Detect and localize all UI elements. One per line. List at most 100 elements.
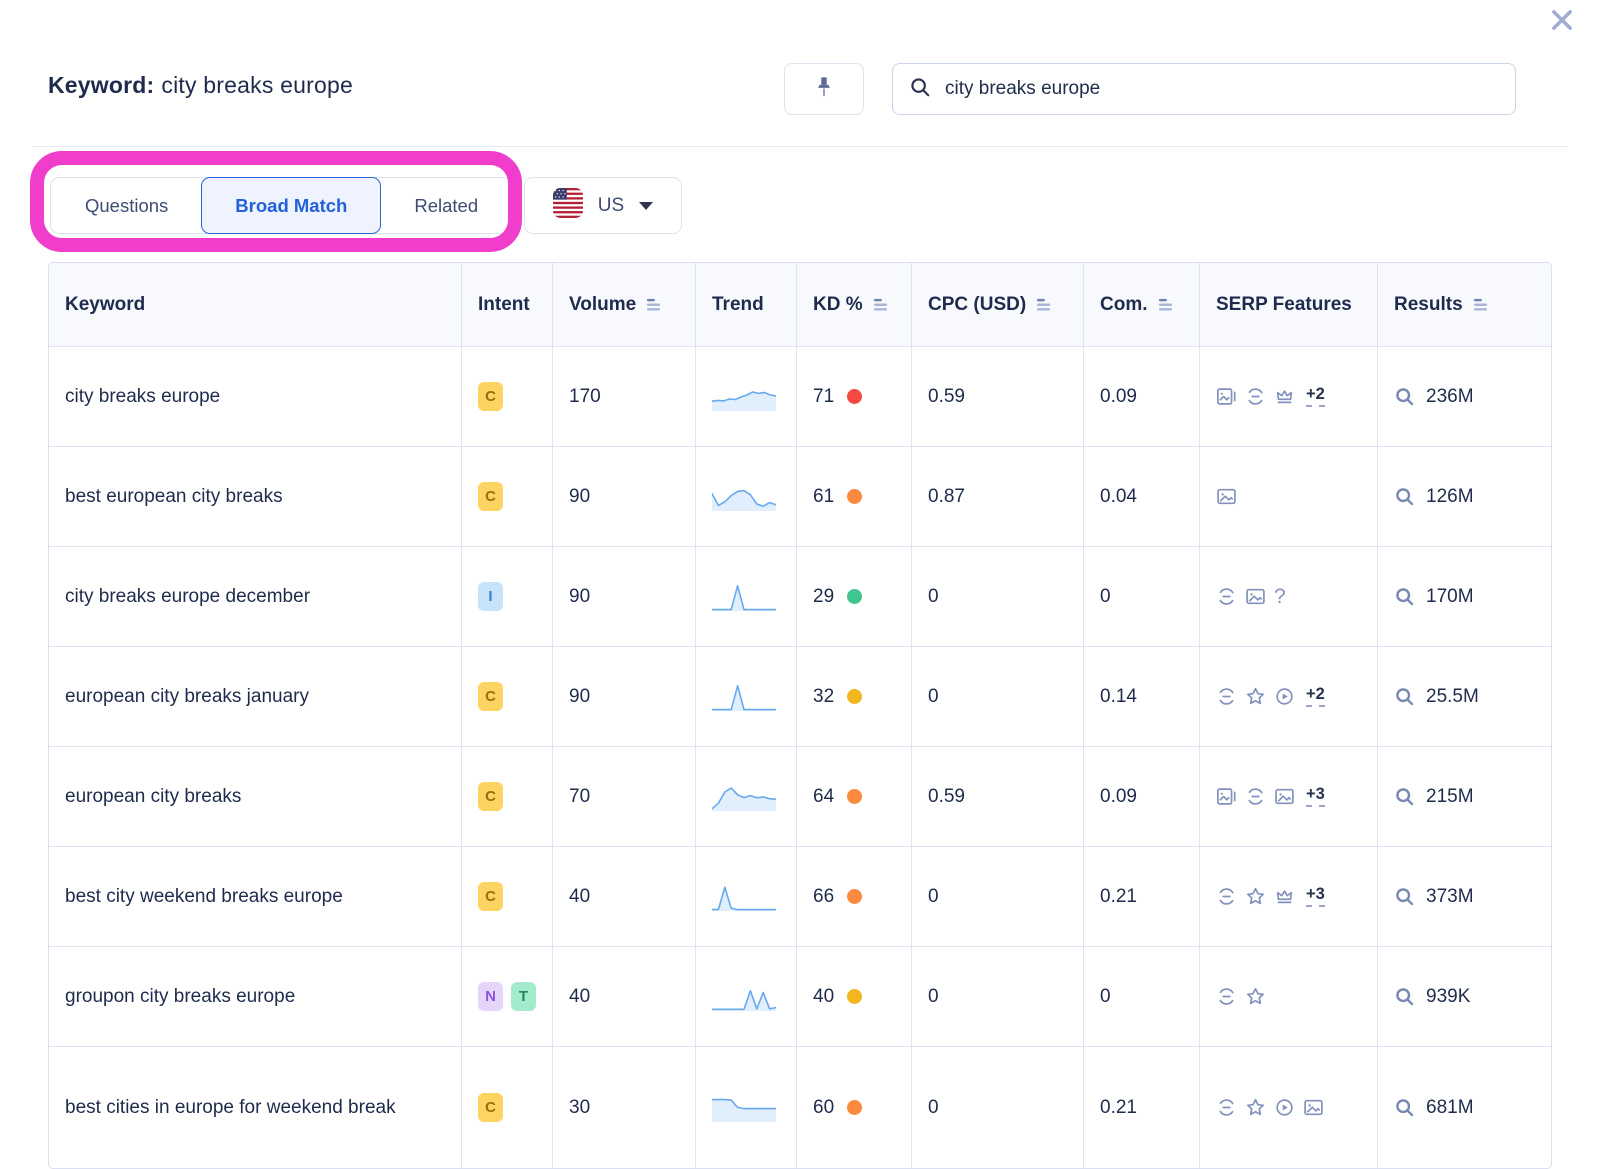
volume-cell: 90 bbox=[553, 546, 696, 646]
view-serp-icon[interactable] bbox=[1394, 686, 1415, 707]
intent-badge-c: C bbox=[478, 482, 503, 511]
serp-icons bbox=[1216, 986, 1266, 1007]
trend-sparkline bbox=[712, 580, 776, 614]
search-box bbox=[892, 63, 1516, 115]
kd-value: 71 bbox=[813, 386, 834, 408]
tab-broad-match[interactable]: Broad Match bbox=[201, 177, 381, 234]
column-header-volume[interactable]: Volume bbox=[553, 263, 696, 346]
kd-cell: 61 bbox=[797, 446, 912, 546]
serp-star-icon bbox=[1245, 686, 1266, 707]
kd-value: 32 bbox=[813, 686, 834, 708]
serp-icons: +2 bbox=[1216, 686, 1325, 707]
column-header-cpc[interactable]: CPC (USD) bbox=[912, 263, 1084, 346]
column-header-keyword[interactable]: Keyword bbox=[49, 263, 462, 346]
intent-cell: I bbox=[462, 546, 553, 646]
serp-features-cell bbox=[1200, 446, 1378, 546]
com-value: 0.14 bbox=[1100, 686, 1137, 708]
view-serp-icon[interactable] bbox=[1394, 486, 1415, 507]
sort-icon bbox=[873, 298, 888, 312]
com-cell: 0.21 bbox=[1084, 846, 1200, 946]
cpc-value: 0.87 bbox=[928, 486, 965, 508]
results-value: 170M bbox=[1426, 586, 1474, 608]
view-serp-icon[interactable] bbox=[1394, 586, 1415, 607]
trend-sparkline bbox=[712, 780, 776, 814]
cpc-cell: 0 bbox=[912, 646, 1084, 746]
serp-crown-icon bbox=[1274, 886, 1295, 907]
kd-cell: 29 bbox=[797, 546, 912, 646]
serp-more-count[interactable]: +2 bbox=[1306, 686, 1325, 707]
keyword-link[interactable]: best city weekend breaks europe bbox=[65, 884, 357, 910]
keyword-link[interactable]: groupon city breaks europe bbox=[65, 984, 309, 1010]
volume-cell: 40 bbox=[553, 946, 696, 1046]
column-header-com[interactable]: Com. bbox=[1084, 263, 1200, 346]
view-serp-icon[interactable] bbox=[1394, 1097, 1415, 1118]
view-serp-icon[interactable] bbox=[1394, 386, 1415, 407]
keyword-link[interactable]: city breaks europe bbox=[65, 384, 234, 410]
kd-value: 66 bbox=[813, 886, 834, 908]
intent-cell: C bbox=[462, 846, 553, 946]
serp-icons: ? bbox=[1216, 585, 1286, 609]
view-serp-icon[interactable] bbox=[1394, 786, 1415, 807]
keyword-link[interactable]: european city breaks bbox=[65, 784, 255, 810]
keyword-link[interactable]: city breaks europe december bbox=[65, 584, 324, 610]
serp-more-count[interactable]: +2 bbox=[1306, 386, 1325, 407]
tab-questions[interactable]: Questions bbox=[51, 178, 202, 233]
cpc-cell: 0 bbox=[912, 546, 1084, 646]
pushpin-icon bbox=[813, 74, 835, 105]
keyword-link[interactable]: best cities in europe for weekend break bbox=[65, 1095, 410, 1121]
cpc-value: 0 bbox=[928, 1097, 939, 1119]
com-value: 0.09 bbox=[1100, 386, 1137, 408]
kd-cell: 32 bbox=[797, 646, 912, 746]
com-cell: 0.09 bbox=[1084, 746, 1200, 846]
column-header-intent[interactable]: Intent bbox=[462, 263, 553, 346]
view-serp-icon[interactable] bbox=[1394, 986, 1415, 1007]
column-header-results[interactable]: Results bbox=[1378, 263, 1551, 346]
com-cell: 0.04 bbox=[1084, 446, 1200, 546]
volume-cell: 170 bbox=[553, 346, 696, 446]
column-header-label: SERP Features bbox=[1216, 294, 1352, 316]
serp-image-icon bbox=[1245, 586, 1266, 607]
volume-value: 40 bbox=[569, 986, 590, 1008]
column-header-label: CPC (USD) bbox=[928, 294, 1026, 316]
search-input[interactable] bbox=[943, 77, 1499, 101]
serp-crown-icon bbox=[1274, 386, 1295, 407]
keyword-cell: city breaks europe december bbox=[49, 546, 462, 646]
trend-cell bbox=[696, 1046, 797, 1168]
results-cell: 373M bbox=[1378, 846, 1551, 946]
results-value: 126M bbox=[1426, 486, 1474, 508]
intent-badge-c: C bbox=[478, 882, 503, 911]
keyword-table: KeywordIntentVolumeTrendKD % CPC (USD) Com… bbox=[48, 262, 1552, 1169]
serp-sitelink-icon bbox=[1216, 886, 1237, 907]
keyword-link[interactable]: best european city breaks bbox=[65, 484, 297, 510]
trend-cell bbox=[696, 746, 797, 846]
tab-related[interactable]: Related bbox=[380, 178, 512, 233]
trend-cell bbox=[696, 846, 797, 946]
view-serp-icon[interactable] bbox=[1394, 886, 1415, 907]
column-header-trend[interactable]: Trend bbox=[696, 263, 797, 346]
trend-cell bbox=[696, 446, 797, 546]
com-cell: 0.21 bbox=[1084, 1046, 1200, 1168]
country-selector[interactable]: US bbox=[524, 177, 682, 234]
com-value: 0 bbox=[1100, 986, 1111, 1008]
column-header-kd[interactable]: KD % bbox=[797, 263, 912, 346]
table-row: european city breaksC70640.590.09+3215M bbox=[49, 746, 1551, 846]
results-cell: 681M bbox=[1378, 1046, 1551, 1168]
serp-features-cell bbox=[1200, 946, 1378, 1046]
serp-more-count[interactable]: +3 bbox=[1306, 886, 1325, 907]
keyword-link[interactable]: european city breaks january bbox=[65, 684, 323, 710]
close-icon[interactable] bbox=[1548, 6, 1576, 34]
com-cell: 0 bbox=[1084, 946, 1200, 1046]
intent-cell: C bbox=[462, 1046, 553, 1168]
trend-cell bbox=[696, 346, 797, 446]
column-header-serp[interactable]: SERP Features bbox=[1200, 263, 1378, 346]
match-type-tabs: QuestionsBroad MatchRelated bbox=[50, 177, 513, 234]
serp-video-icon bbox=[1274, 1097, 1295, 1118]
kd-cell: 64 bbox=[797, 746, 912, 846]
kd-dot bbox=[847, 789, 862, 804]
intent-badge-i: I bbox=[478, 582, 503, 611]
serp-more-count[interactable]: +3 bbox=[1306, 786, 1325, 807]
kd-cell: 66 bbox=[797, 846, 912, 946]
cpc-cell: 0.59 bbox=[912, 346, 1084, 446]
serp-icons: +3 bbox=[1216, 886, 1325, 907]
pin-button[interactable] bbox=[784, 63, 864, 115]
